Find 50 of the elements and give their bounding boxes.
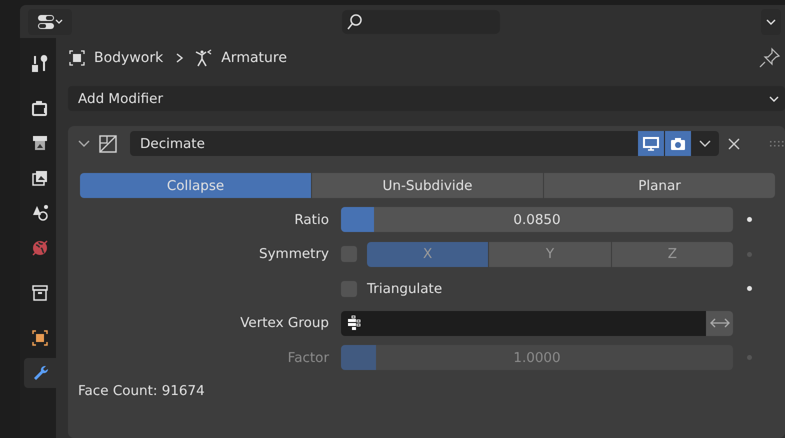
object-icon <box>68 49 86 67</box>
object-name: Bodywork <box>94 50 164 66</box>
decimate-icon <box>98 134 118 154</box>
camera-icon <box>670 136 686 150</box>
search-icon <box>346 12 364 30</box>
render-toggle[interactable] <box>665 131 691 156</box>
field-label: Factor <box>286 350 330 366</box>
chevron-icon <box>175 52 186 64</box>
chevron-down-icon <box>766 18 776 24</box>
editor-type-button[interactable] <box>28 8 72 34</box>
ratio-slider[interactable]: 0.0850 <box>341 207 733 232</box>
globe-icon <box>30 238 50 258</box>
close-icon[interactable] <box>727 136 741 150</box>
swap-arrow-icon <box>710 318 730 328</box>
collapse-icon[interactable] <box>78 140 90 148</box>
keyframe-dot[interactable] <box>747 355 752 360</box>
editor-type-icon <box>37 12 63 30</box>
pin-icon[interactable] <box>759 47 781 69</box>
checkbox-label: Triangulate <box>367 280 442 296</box>
mode-tab[interactable]: Collapse <box>80 173 311 198</box>
invert-button[interactable] <box>706 310 733 336</box>
face-count-text: Face Count: 91674 <box>78 382 206 398</box>
tools-icon <box>30 53 50 73</box>
scene-icon <box>30 203 50 223</box>
field-label: Symmetry <box>258 246 330 262</box>
chevron-down-icon <box>699 140 711 148</box>
drag-handle-icon[interactable] <box>769 140 785 148</box>
dropdown-button[interactable] <box>761 8 781 34</box>
vertex-group-icon <box>347 315 361 331</box>
image-stack-icon <box>30 168 50 188</box>
monitor-icon <box>643 136 659 150</box>
mode-tab[interactable]: Planar <box>544 173 775 198</box>
data-name: Armature <box>221 50 287 66</box>
keyframe-dot[interactable] <box>747 252 752 256</box>
camera-icon <box>30 98 50 118</box>
search-field[interactable] <box>342 10 500 34</box>
armature-icon <box>193 48 214 68</box>
vertex-group-field[interactable] <box>341 310 706 336</box>
printer-icon <box>30 133 50 153</box>
object-icon <box>30 328 50 348</box>
field-label: Ratio <box>293 212 330 228</box>
mode-tab[interactable]: Un-Subdivide <box>312 173 543 198</box>
viewport-toggle[interactable] <box>638 131 664 156</box>
modifier-name-field[interactable]: Decimate <box>130 131 638 156</box>
field-label: Vertex Group <box>239 315 330 331</box>
keyframe-dot[interactable] <box>747 286 752 291</box>
keyframe-dot[interactable] <box>747 217 752 222</box>
add-modifier-dropdown[interactable]: Add Modifier <box>68 86 785 111</box>
box-icon <box>30 283 50 303</box>
chevron-down-icon <box>769 96 779 102</box>
